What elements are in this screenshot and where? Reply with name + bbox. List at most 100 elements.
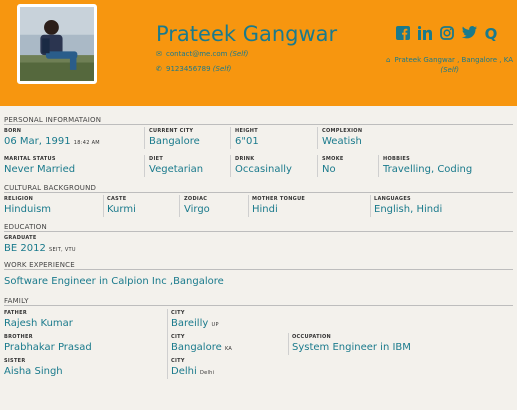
sister-label: SISTER — [4, 358, 26, 364]
section-divider — [4, 192, 513, 193]
current-city-value: Bangalore — [149, 136, 200, 147]
height-label: HEIGHT — [235, 128, 258, 134]
profile-photo[interactable] — [17, 4, 97, 84]
section-divider — [4, 305, 513, 306]
social-links: Q — [395, 26, 499, 42]
column-separator — [378, 155, 379, 177]
field-brother: BROTHER Prabhakar Prasad — [4, 334, 92, 354]
email-note: (Self) — [229, 50, 249, 58]
location-text: Prateek Gangwar , Bangalore , KA — [394, 56, 513, 64]
height-value: 6"01 — [235, 136, 259, 147]
brother-label: BROTHER — [4, 334, 33, 340]
marital-label: MARITAL STATUS — [4, 156, 56, 162]
section-divider — [4, 269, 513, 270]
section-education-title: EDUCATION — [4, 223, 47, 231]
diet-label: DIET — [149, 156, 164, 162]
phone-number[interactable]: 9123456789 — [166, 65, 211, 73]
linkedin-icon[interactable] — [417, 26, 433, 42]
location-note: (Self) — [440, 66, 459, 74]
column-separator — [144, 155, 145, 177]
column-separator — [288, 333, 289, 355]
profile-header: Prateek Gangwar ✉ contact@me.com (Self) ✆… — [0, 0, 517, 106]
facebook-icon[interactable] — [395, 26, 411, 42]
complexion-value: Weatish — [322, 136, 362, 147]
field-diet: DIET Vegetarian — [149, 156, 203, 176]
field-complexion: COMPLEXION Weatish — [322, 128, 362, 148]
field-sister-city: CITY Delhi Delhi — [171, 358, 214, 380]
father-label: FATHER — [4, 310, 27, 316]
email-icon: ✉ — [156, 50, 162, 58]
field-brother-city: CITY Bangalore KA — [171, 334, 232, 356]
smoke-value: No — [322, 164, 336, 175]
field-graduate: GRADUATE BE 2012 SEIT, VTU — [4, 235, 76, 257]
section-divider — [4, 231, 513, 232]
phone-icon: ✆ — [156, 65, 162, 73]
father-city-label: CITY — [171, 310, 185, 316]
smoke-label: SMOKE — [322, 156, 344, 162]
complexion-label: COMPLEXION — [322, 128, 363, 134]
current-city-label: CURRENT CITY — [149, 128, 194, 134]
profile-name: Prateek Gangwar — [156, 22, 338, 46]
languages-value: English, Hindi — [374, 204, 443, 215]
quora-icon[interactable]: Q — [483, 26, 499, 42]
field-zodiac: ZODIAC Virgo — [184, 196, 210, 216]
caste-label: CASTE — [107, 196, 127, 202]
column-separator — [167, 309, 168, 379]
location-line: ⌂ Prateek Gangwar , Bangalore , KA (Self) — [386, 55, 513, 75]
field-father-city: CITY Bareilly UP — [171, 310, 219, 332]
field-languages: LANGUAGES English, Hindi — [374, 196, 442, 216]
brother-city-value: Bangalore KA — [171, 342, 233, 353]
section-family-title: FAMILY — [4, 297, 29, 305]
work-experience-value: Software Engineer in Calpion Inc ,Bangal… — [4, 276, 224, 287]
column-separator — [230, 127, 231, 149]
instagram-icon[interactable] — [439, 26, 455, 42]
graduate-label: GRADUATE — [4, 235, 37, 241]
diet-value: Vegetarian — [149, 164, 204, 175]
field-occupation: OCCUPATION System Engineer in IBM — [292, 334, 411, 354]
field-current-city: CURRENT CITY Bangalore — [149, 128, 200, 148]
brother-value: Prabhakar Prasad — [4, 342, 92, 353]
sister-city-value: Delhi Delhi — [171, 366, 215, 377]
phone-note: (Self) — [212, 65, 232, 73]
zodiac-value: Virgo — [184, 204, 210, 215]
hobbies-value: Travelling, Coding — [383, 164, 473, 175]
section-work-title: WORK EXPERIENCE — [4, 261, 75, 269]
graduate-value: BE 2012 SEIT, VTU — [4, 243, 76, 254]
occupation-label: OCCUPATION — [292, 334, 332, 340]
drink-label: DRINK — [235, 156, 255, 162]
sister-value: Aisha Singh — [4, 366, 63, 377]
field-born: BORN 06 Mar, 1991 18:42 AM — [4, 128, 100, 150]
brother-city-label: CITY — [171, 334, 185, 340]
field-hobbies: HOBBIES Travelling, Coding — [383, 156, 472, 176]
occupation-value: System Engineer in IBM — [292, 342, 411, 353]
field-caste: CASTE Kurmi — [107, 196, 136, 216]
field-smoke: SMOKE No — [322, 156, 344, 176]
mother-tongue-label: MOTHER TONGUE — [252, 196, 306, 202]
field-drink: DRINK Occasinally — [235, 156, 292, 176]
column-separator — [317, 127, 318, 149]
email-line: ✉ contact@me.com (Self) — [156, 50, 248, 58]
home-icon: ⌂ — [386, 56, 391, 64]
field-sister: SISTER Aisha Singh — [4, 358, 63, 378]
column-separator — [144, 127, 145, 149]
religion-label: RELIGION — [4, 196, 34, 202]
caste-value: Kurmi — [107, 204, 136, 215]
mother-tongue-value: Hindi — [252, 204, 278, 215]
field-height: HEIGHT 6"01 — [235, 128, 259, 148]
born-value: 06 Mar, 1991 18:42 AM — [4, 136, 100, 147]
column-separator — [230, 155, 231, 177]
column-separator — [179, 195, 180, 217]
father-value: Rajesh Kumar — [4, 318, 73, 329]
column-separator — [248, 195, 249, 217]
field-mother-tongue: MOTHER TONGUE Hindi — [252, 196, 305, 216]
marital-value: Never Married — [4, 164, 76, 175]
field-father: FATHER Rajesh Kumar — [4, 310, 73, 330]
field-work-experience: Software Engineer in Calpion Inc ,Bangal… — [4, 275, 224, 288]
religion-value: Hinduism — [4, 204, 52, 215]
drink-value: Occasinally — [235, 164, 292, 175]
email-link[interactable]: contact@me.com — [166, 50, 228, 58]
zodiac-label: ZODIAC — [184, 196, 208, 202]
languages-label: LANGUAGES — [374, 196, 411, 202]
twitter-icon[interactable] — [461, 26, 477, 42]
father-city-value: Bareilly UP — [171, 318, 219, 329]
